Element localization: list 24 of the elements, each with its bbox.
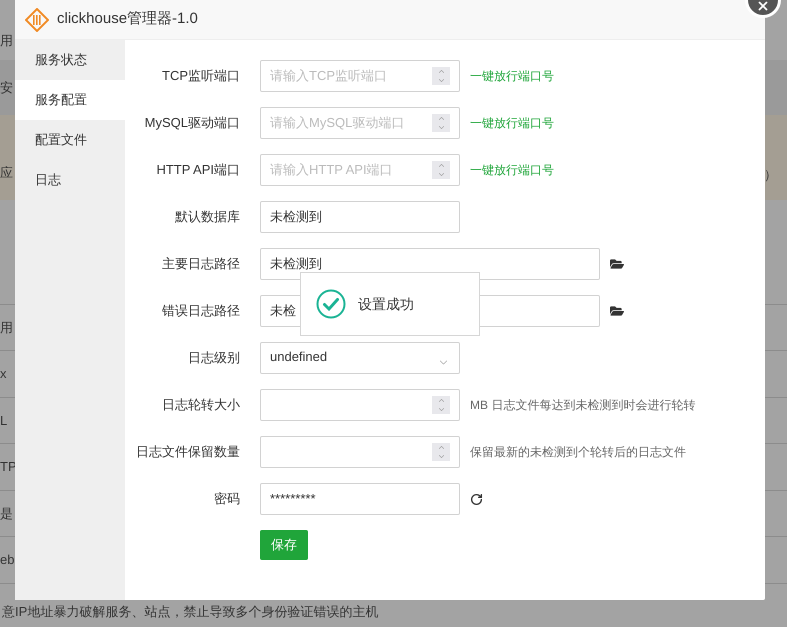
hint-text: MB 日志文件每达到未检测到时会进行轮转: [470, 397, 696, 414]
field-label: 错误日志路径: [161, 302, 240, 320]
page-text: eb: [0, 551, 14, 569]
page-text: x: [0, 365, 6, 383]
field-label: 默认数据库: [174, 208, 240, 226]
field-label: 日志文件保留数量: [135, 443, 240, 462]
page-text: 安: [0, 78, 13, 97]
page-text: 用: [0, 32, 13, 50]
field-label: MySQL驱动端口: [144, 114, 240, 132]
page-text: L: [0, 412, 8, 430]
notice-text: 应: [0, 164, 13, 182]
notice-text: ）: [764, 166, 777, 184]
field-label: HTTP API端口: [155, 161, 240, 180]
page-text: 是: [0, 504, 13, 522]
page-text: 意IP地址暴力破解服务、站点，禁止导致多个身份验证错误的主机: [2, 602, 378, 620]
field-label: 主要日志路径: [161, 255, 240, 274]
hint-text: 保留最新的未检测到个轮转后的日志文件: [470, 444, 686, 461]
page-text: 用: [0, 318, 13, 336]
window-title: clickhouse管理器-1.0: [57, 9, 198, 30]
toast-message: 设置成功: [358, 294, 414, 314]
field-label: 日志轮转大小: [161, 396, 240, 414]
field-label: 日志级别: [187, 349, 240, 368]
field-label: TCP监听端口: [161, 67, 240, 86]
field-label: 密码: [213, 490, 240, 508]
